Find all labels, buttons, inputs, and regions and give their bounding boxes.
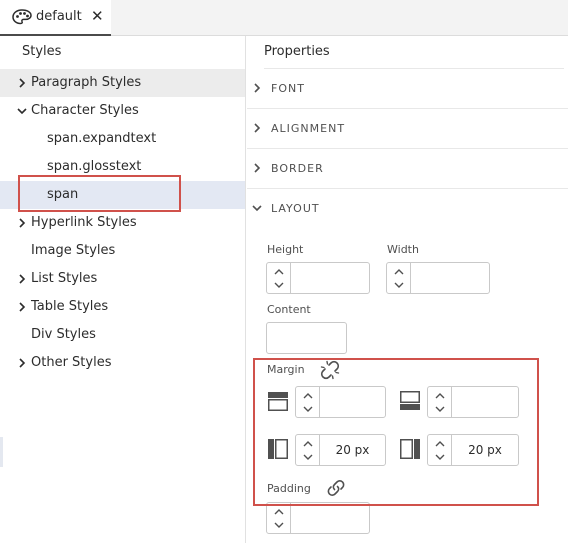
margin-right-stepper[interactable]: 20 px (427, 434, 519, 466)
content-input[interactable] (266, 322, 347, 354)
section-alignment[interactable]: ALIGNMENT (247, 109, 568, 149)
tree-item-label: List Styles (31, 271, 98, 286)
margin-bottom-stepper[interactable] (427, 386, 519, 418)
chevron-right-icon (19, 358, 26, 368)
margin-right-icon (400, 439, 420, 459)
tab-default[interactable]: default ✕ (0, 0, 111, 36)
tree-item-label: Div Styles (31, 327, 96, 342)
tree-item-span[interactable]: span (0, 181, 245, 209)
height-value[interactable] (291, 263, 369, 293)
section-font[interactable]: FONT (247, 69, 568, 109)
margin-top-value[interactable] (320, 387, 385, 417)
padding-value[interactable] (291, 503, 369, 533)
tree-item-div-styles[interactable]: Div Styles (0, 321, 245, 349)
link-icon[interactable] (326, 478, 346, 498)
chevron-right-icon (254, 163, 261, 173)
margin-top-stepper[interactable] (295, 386, 386, 418)
properties-panel: Properties FONT ALIGNMENT BORDER LAYOUT … (247, 36, 568, 543)
tree-item-hyperlink-styles[interactable]: Hyperlink Styles (0, 209, 245, 237)
section-label: FONT (271, 82, 305, 95)
tree-item-other-styles[interactable]: Other Styles (0, 349, 245, 377)
margin-bottom-icon (400, 391, 420, 410)
width-stepper[interactable] (386, 262, 490, 294)
close-tab-button[interactable]: ✕ (91, 7, 104, 25)
tree-item-image-styles[interactable]: Image Styles (0, 237, 245, 265)
section-label: LAYOUT (271, 202, 320, 215)
section-label: ALIGNMENT (271, 122, 346, 135)
margin-right-value[interactable]: 20 px (452, 435, 518, 465)
padding-label: Padding (267, 482, 311, 495)
section-label: BORDER (271, 162, 324, 175)
section-border[interactable]: BORDER (247, 149, 568, 189)
tree-item-label: Paragraph Styles (31, 75, 142, 90)
panel-resize-edge (0, 437, 3, 467)
chevron-up-icon (435, 441, 445, 447)
stepper-arrows[interactable] (296, 435, 320, 465)
tree-item-paragraph-styles[interactable]: Paragraph Styles (0, 69, 245, 97)
chevron-up-icon (303, 441, 313, 447)
section-layout[interactable]: LAYOUT (247, 189, 568, 229)
chevron-up-icon (303, 393, 313, 399)
chevron-down-icon (252, 205, 262, 212)
tab-label: default (36, 9, 82, 24)
width-label: Width (387, 243, 419, 256)
tree-item-character-styles[interactable]: Character Styles (0, 97, 245, 125)
chevron-right-icon (19, 218, 26, 228)
margin-left-stepper[interactable]: 20 px (295, 434, 386, 466)
chevron-down-icon (303, 454, 313, 460)
broken-link-icon[interactable] (320, 360, 340, 380)
stepper-arrows[interactable] (428, 387, 452, 417)
height-label: Height (267, 243, 304, 256)
margin-label: Margin (267, 363, 305, 376)
chevron-right-icon (19, 302, 26, 312)
chevron-right-icon (254, 123, 261, 133)
padding-stepper[interactable] (266, 502, 370, 534)
chevron-right-icon (19, 274, 26, 284)
tree-item-label: span.expandtext (47, 131, 157, 146)
chevron-down-icon (303, 406, 313, 412)
width-value[interactable] (411, 263, 489, 293)
tab-bar: default ✕ (0, 0, 568, 36)
chevron-up-icon (435, 393, 445, 399)
tree-item-span-expandtext[interactable]: span.expandtext (0, 125, 245, 153)
margin-bottom-value[interactable] (452, 387, 518, 417)
tree-item-span-glosstext[interactable]: span.glosstext (0, 153, 245, 181)
stepper-arrows[interactable] (296, 387, 320, 417)
chevron-up-icon (274, 509, 284, 515)
tree-item-table-styles[interactable]: Table Styles (0, 293, 245, 321)
chevron-up-icon (394, 269, 404, 275)
margin-left-icon (268, 439, 288, 459)
chevron-up-icon (274, 269, 284, 275)
stepper-arrows[interactable] (387, 263, 411, 293)
styles-panel: Styles Paragraph Styles Character Styles… (0, 36, 246, 543)
properties-panel-header: Properties (264, 36, 564, 69)
chevron-right-icon (19, 78, 26, 88)
height-stepper[interactable] (266, 262, 370, 294)
chevron-down-icon (394, 282, 404, 288)
tree-item-label: span (47, 187, 79, 202)
tree-item-label: Hyperlink Styles (31, 215, 137, 230)
tree-item-label: Character Styles (31, 103, 139, 118)
margin-top-icon (268, 392, 288, 411)
styles-panel-header: Styles (22, 44, 62, 59)
chevron-right-icon (254, 83, 261, 93)
chevron-down-icon (435, 454, 445, 460)
tree-item-label: Image Styles (31, 243, 116, 258)
margin-left-value[interactable]: 20 px (320, 435, 385, 465)
tree-item-list-styles[interactable]: List Styles (0, 265, 245, 293)
palette-icon (12, 9, 32, 25)
content-label: Content (267, 303, 311, 316)
stepper-arrows[interactable] (267, 263, 291, 293)
stepper-arrows[interactable] (267, 503, 291, 533)
tree-item-label: span.glosstext (47, 159, 142, 174)
tree-item-label: Table Styles (31, 299, 109, 314)
chevron-down-icon (435, 406, 445, 412)
chevron-down-icon (274, 282, 284, 288)
tree-item-label: Other Styles (31, 355, 112, 370)
chevron-down-icon (17, 108, 27, 115)
stepper-arrows[interactable] (428, 435, 452, 465)
chevron-down-icon (274, 522, 284, 528)
